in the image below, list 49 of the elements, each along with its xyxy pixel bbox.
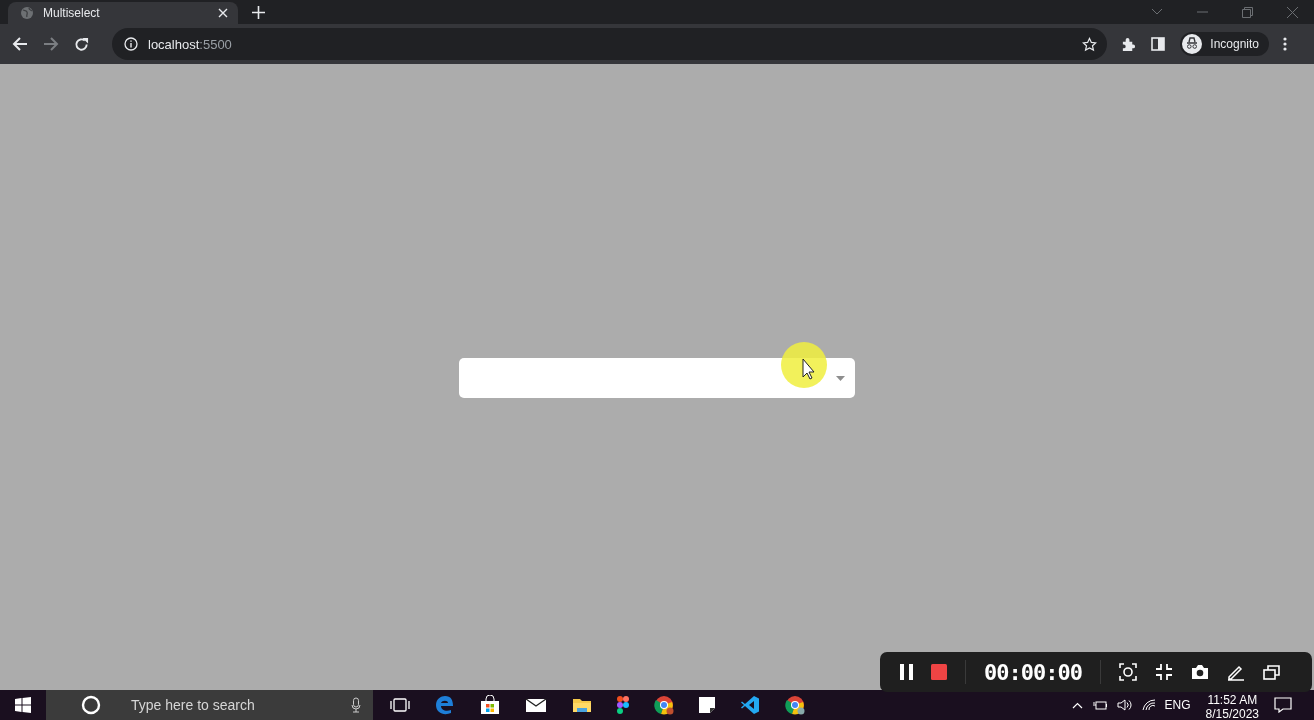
task-view-icon[interactable] — [390, 698, 410, 712]
recording-timer: 00:00:00 — [984, 659, 1082, 685]
code-editor-icon[interactable] — [740, 695, 760, 715]
star-icon[interactable] — [1082, 36, 1098, 52]
forward-icon[interactable] — [43, 36, 59, 52]
clock-date[interactable]: 8/15/2023 — [1205, 707, 1259, 720]
windows-start-icon[interactable] — [15, 697, 31, 713]
reload-icon[interactable] — [74, 36, 89, 52]
info-icon — [124, 37, 138, 51]
camera-icon[interactable] — [1190, 664, 1209, 680]
url-text: localhost:5500 — [148, 36, 232, 52]
caret-icon — [836, 375, 845, 381]
chevron-down-icon[interactable] — [1151, 8, 1163, 16]
speaker-icon[interactable] — [1116, 698, 1133, 712]
mail-icon[interactable] — [525, 697, 547, 713]
notification-icon[interactable] — [1274, 697, 1292, 713]
back-icon[interactable] — [12, 36, 28, 52]
side-panel-icon[interactable] — [1151, 37, 1166, 51]
cursor-highlight-icon — [780, 341, 828, 389]
folder-icon[interactable] — [572, 697, 592, 713]
edge-browser-icon[interactable] — [435, 695, 455, 715]
sticky-notes-icon[interactable] — [699, 697, 715, 713]
incognito-icon — [1182, 34, 1203, 54]
browser-tab[interactable]: Multiselect — [8, 2, 238, 24]
exit-fullscreen-icon[interactable] — [1154, 663, 1173, 681]
pause-icon[interactable] — [900, 664, 913, 680]
new-tab-icon[interactable] — [252, 5, 265, 19]
language-indicator[interactable]: ENG — [1164, 698, 1191, 712]
more-icon[interactable] — [1283, 37, 1287, 51]
clock-time[interactable]: 11:52 AM — [1207, 693, 1258, 707]
cortana-icon — [81, 695, 101, 715]
battery-plug-icon[interactable] — [1091, 699, 1108, 711]
chrome-icon[interactable] — [785, 695, 805, 715]
restore-icon[interactable] — [1242, 6, 1253, 18]
address-bar[interactable]: localhost:5500 — [112, 28, 1108, 60]
wifi-icon[interactable] — [1141, 699, 1156, 711]
taskbar-search-field[interactable]: Type here to search — [46, 690, 373, 720]
windows-icon[interactable] — [1262, 664, 1280, 680]
microphone-icon[interactable] — [351, 697, 361, 713]
puzzle-icon[interactable] — [1121, 36, 1137, 52]
pen-icon[interactable] — [1226, 663, 1245, 681]
tab-title: Multiselect — [43, 6, 101, 20]
globe-icon — [20, 6, 34, 20]
design-app-icon[interactable] — [617, 696, 629, 714]
incognito-button[interactable]: Incognito — [1180, 32, 1269, 56]
store-bag-icon[interactable] — [480, 695, 500, 715]
screenshot-region-icon[interactable] — [1118, 663, 1137, 681]
chrome-icon[interactable] — [654, 695, 674, 715]
chevron-up-icon[interactable] — [1071, 701, 1083, 709]
